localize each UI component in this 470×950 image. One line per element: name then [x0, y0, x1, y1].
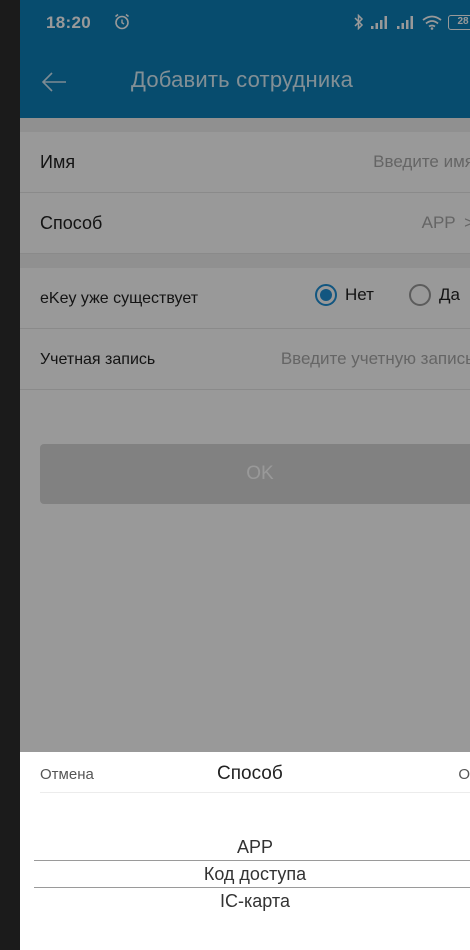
picker-selection-line: [34, 887, 470, 888]
picker-option-access-code[interactable]: Код доступа: [20, 864, 470, 885]
phone-frame: 18:20 28 Добавить сотрудника Имя Введите…: [0, 0, 470, 950]
method-picker-sheet: Отмена Способ OK APP Код доступа IC-карт…: [20, 752, 470, 950]
screen: 18:20 28 Добавить сотрудника Имя Введите…: [20, 0, 470, 950]
picker-cancel-button[interactable]: Отмена: [40, 766, 94, 783]
picker-title: Способ: [217, 763, 283, 784]
picker-ok-button[interactable]: OK: [458, 766, 470, 783]
device-bezel: [0, 0, 20, 950]
picker-option-app[interactable]: APP: [20, 837, 470, 858]
modal-overlay[interactable]: [20, 0, 470, 752]
picker-option-ic-card[interactable]: IC-карта: [20, 891, 470, 912]
picker-selection-line: [34, 860, 470, 861]
divider: [40, 792, 470, 793]
